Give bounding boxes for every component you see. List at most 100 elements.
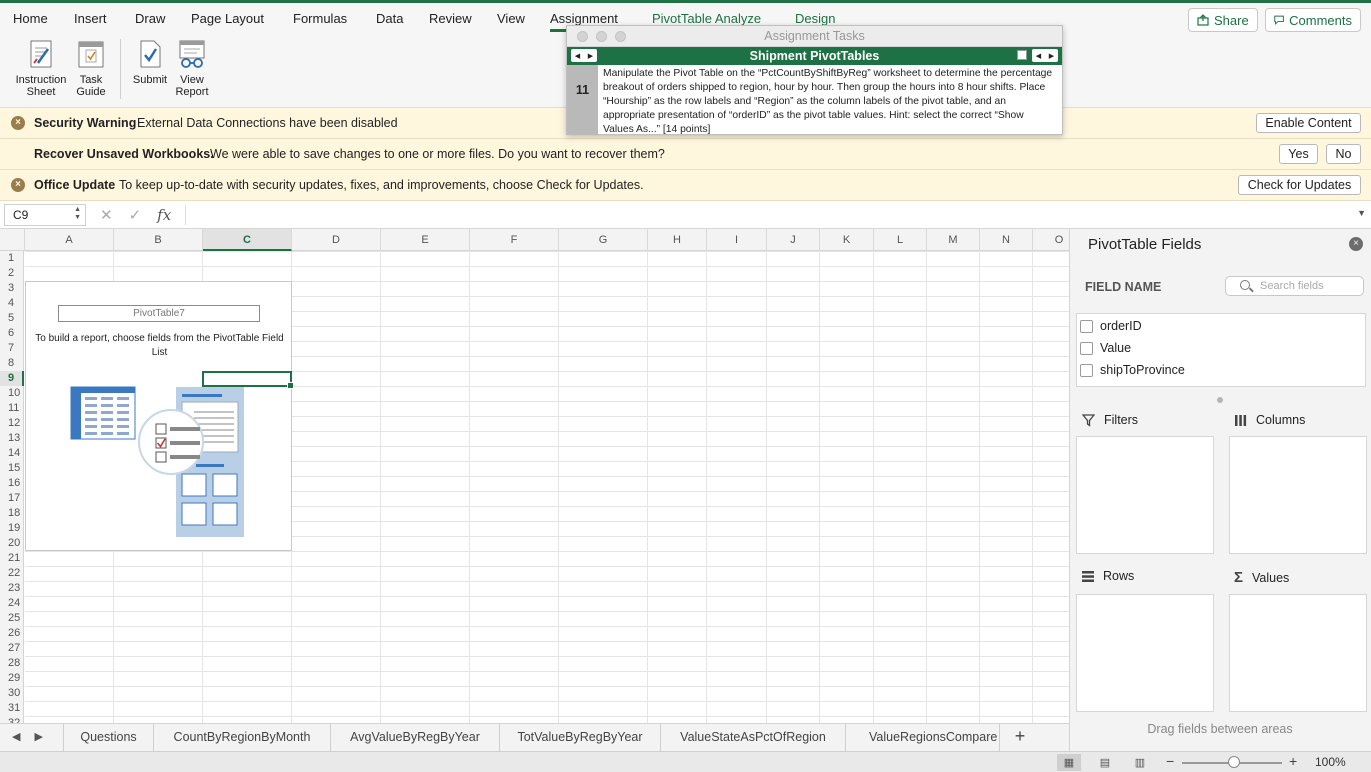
row-header[interactable]: 8 [0,356,24,371]
row-header[interactable]: 20 [0,536,24,551]
values-drop-area[interactable] [1229,594,1367,712]
row-header[interactable]: 17 [0,491,24,506]
tab-review[interactable]: Review [429,11,472,26]
tab-pivottable-analyze[interactable]: PivotTable Analyze [652,11,761,26]
column-header[interactable]: K [820,229,874,251]
row-header-selected[interactable]: 9 [0,371,24,386]
sheet-tab-avgvaluebyregbyyear[interactable]: AvgValueByRegByYear [330,724,499,751]
zoom-out-icon[interactable]: − [1166,753,1174,769]
field-checkbox[interactable] [1080,319,1093,333]
row-header[interactable]: 7 [0,341,24,356]
active-cell-selection[interactable] [202,371,294,389]
row-header[interactable]: 11 [0,401,24,416]
recover-no-button[interactable]: No [1326,144,1361,164]
field-checkbox[interactable] [1080,363,1093,377]
filters-drop-area[interactable] [1076,436,1214,554]
field-item-partial[interactable] [1080,383,1093,386]
row-header[interactable]: 18 [0,506,24,521]
share-button[interactable]: Share [1188,8,1258,32]
columns-drop-area[interactable] [1229,436,1367,554]
row-header[interactable]: 13 [0,431,24,446]
formula-input[interactable] [185,205,1345,225]
enable-content-button[interactable]: Enable Content [1256,113,1361,133]
instruction-sheet-button[interactable]: Instruction Sheet [12,39,70,98]
column-header[interactable]: D [292,229,381,251]
row-header[interactable]: 29 [0,671,24,686]
column-header[interactable]: L [874,229,927,251]
row-header[interactable]: 14 [0,446,24,461]
pivot-table-placeholder[interactable]: PivotTable7 To build a report, choose fi… [25,281,292,551]
column-header[interactable]: F [470,229,559,251]
tab-insert[interactable]: Insert [74,11,107,26]
task-nav-arrows-icon[interactable]: ◀ ▶ [1032,49,1058,62]
tab-assignment[interactable]: Assignment [550,11,618,32]
field-item-shiptoprovince[interactable]: shipToProvince [1080,361,1185,379]
recover-yes-button[interactable]: Yes [1279,144,1318,164]
zoom-in-icon[interactable]: + [1289,753,1297,769]
dismiss-security-icon[interactable]: × [11,116,25,130]
tab-design[interactable]: Design [795,11,835,26]
page-break-view-icon[interactable]: ▥ [1128,754,1152,771]
row-header[interactable]: 26 [0,626,24,641]
tab-formulas[interactable]: Formulas [293,11,347,26]
name-box[interactable]: C9 ▲ ▼ [4,204,86,226]
sheet-tab-questions[interactable]: Questions [63,724,153,751]
zoom-level[interactable]: 100% [1315,755,1346,769]
normal-view-icon[interactable]: ▦ [1057,754,1081,771]
tab-draw[interactable]: Draw [135,11,165,26]
column-header[interactable]: A [25,229,114,251]
expand-formula-bar-icon[interactable]: ▼ [1357,208,1366,218]
column-header[interactable]: J [767,229,820,251]
row-header[interactable]: 23 [0,581,24,596]
field-list[interactable]: orderID Value shipToProvince [1076,313,1366,387]
tab-home[interactable]: Home [13,11,48,26]
field-checkbox[interactable] [1080,385,1093,386]
row-header[interactable]: 24 [0,596,24,611]
column-header[interactable]: B [114,229,203,251]
column-header[interactable]: N [980,229,1033,251]
search-fields-input[interactable]: Search fields [1225,276,1364,296]
view-report-button[interactable]: View Report [172,39,212,98]
next-sheet-icon[interactable]: ▶ [34,730,42,743]
confirm-formula-icon[interactable]: ✓ [129,206,142,224]
row-header[interactable]: 22 [0,566,24,581]
task-window-titlebar[interactable]: Assignment Tasks [567,26,1062,47]
sheet-tab-valuestateaspctofregion[interactable]: ValueStateAsPctOfRegion [660,724,845,751]
tab-page-layout[interactable]: Page Layout [191,11,264,26]
column-header[interactable]: E [381,229,470,251]
column-header[interactable]: H [648,229,707,251]
zoom-slider-thumb[interactable] [1228,756,1240,768]
row-header[interactable]: 27 [0,641,24,656]
row-header[interactable]: 5 [0,311,24,326]
row-header[interactable]: 21 [0,551,24,566]
row-header[interactable]: 6 [0,326,24,341]
sheet-tab-totvaluebyregbyyear[interactable]: TotValueByRegByYear [499,724,660,751]
column-header[interactable]: O [1033,229,1069,251]
row-header[interactable]: 4 [0,296,24,311]
column-header-selected[interactable]: C [203,229,292,251]
row-header[interactable]: 25 [0,611,24,626]
row-header[interactable]: 15 [0,461,24,476]
comments-button[interactable]: Comments [1265,8,1361,32]
row-header[interactable]: 30 [0,686,24,701]
worksheet-grid[interactable]: A B C D E F G H I J K L M N O 1234567891… [0,229,1069,723]
prev-sheet-icon[interactable]: ◀ [12,730,20,743]
name-box-spinner-icon[interactable]: ▲ ▼ [74,206,81,222]
row-header[interactable]: 32 [0,716,24,723]
add-sheet-icon[interactable]: + [1008,726,1032,747]
field-item-value[interactable]: Value [1080,339,1131,357]
column-header[interactable]: M [927,229,980,251]
row-header[interactable]: 19 [0,521,24,536]
rows-drop-area[interactable] [1076,594,1214,712]
row-header[interactable]: 1 [0,251,24,266]
sheet-tab-valueregionscompare[interactable]: ValueRegionsCompare [845,724,1000,751]
sheet-tab-countbyregionbymonth[interactable]: CountByRegionByMonth [153,724,330,751]
row-header[interactable]: 16 [0,476,24,491]
select-all-corner[interactable] [0,229,25,251]
page-layout-view-icon[interactable]: ▤ [1093,754,1117,771]
row-header[interactable]: 10 [0,386,24,401]
row-header[interactable]: 12 [0,416,24,431]
row-header[interactable]: 3 [0,281,24,296]
tab-view[interactable]: View [497,11,525,26]
cancel-formula-icon[interactable]: ✕ [100,206,113,224]
